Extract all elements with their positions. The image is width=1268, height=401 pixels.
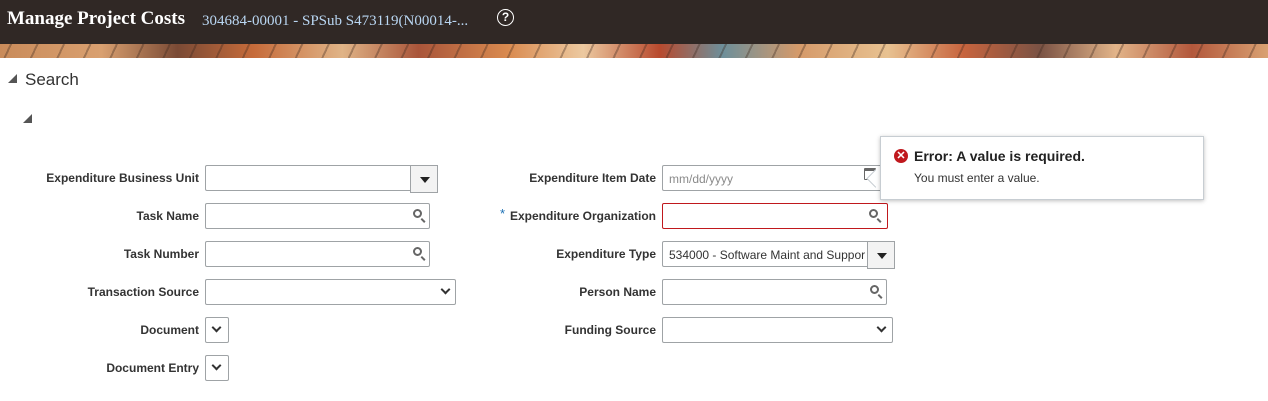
header-bar [0, 0, 1268, 44]
expenditure-type-combobox[interactable]: 534000 - Software Maint and Support [662, 241, 895, 269]
error-title: Error: A value is required. [914, 148, 1085, 164]
error-message: You must enter a value. [914, 171, 1040, 185]
error-icon: ✕ [894, 149, 908, 163]
search-magnifier-icon[interactable] [870, 285, 879, 294]
expenditure-organization-label: Expenditure Organization [509, 209, 656, 223]
person-name-label: Person Name [579, 285, 656, 299]
document-select[interactable] [205, 317, 229, 343]
chevron-down-icon [211, 360, 222, 371]
expenditure-item-date-input[interactable]: mm/dd/yyyy [662, 165, 886, 191]
expenditure-business-unit-combobox[interactable] [205, 165, 438, 193]
chevron-down-icon [211, 322, 222, 333]
task-name-label: Task Name [136, 209, 199, 223]
expenditure-business-unit-label: Expenditure Business Unit [46, 171, 199, 185]
expenditure-type-value: 534000 - Software Maint and Support [669, 248, 865, 262]
expenditure-item-date-label: Expenditure Item Date [529, 171, 656, 185]
person-name-input[interactable] [662, 279, 887, 305]
page-subtitle[interactable]: 304684-00001 - SPSub S473119(N00014-... [202, 13, 468, 30]
help-icon[interactable]: ? [497, 9, 514, 26]
document-entry-label: Document Entry [106, 361, 199, 375]
funding-source-select[interactable] [662, 317, 893, 343]
expenditure-type-label: Expenditure Type [556, 247, 656, 261]
dropdown-arrow-icon[interactable] [867, 241, 895, 269]
search-collapse-icon[interactable] [8, 74, 17, 83]
chevron-down-icon [876, 322, 887, 333]
page-title: Manage Project Costs [7, 8, 185, 29]
expenditure-item-date-placeholder: mm/dd/yyyy [669, 172, 734, 186]
required-indicator: * [500, 206, 506, 221]
search-magnifier-icon[interactable] [413, 209, 422, 218]
expenditure-organization-input[interactable] [662, 203, 888, 229]
funding-source-label: Funding Source [564, 323, 656, 337]
search-magnifier-icon[interactable] [413, 247, 422, 256]
transaction-source-select[interactable] [205, 279, 456, 305]
chevron-down-icon [440, 284, 451, 295]
search-section-title[interactable]: Search [25, 70, 79, 90]
search-panel-collapse-icon[interactable] [23, 114, 32, 123]
page-header: Manage Project Costs 304684-00001 - SPSu… [0, 0, 1268, 58]
transaction-source-label: Transaction Source [87, 285, 199, 299]
header-decorative-band [0, 44, 1268, 58]
search-magnifier-icon[interactable] [869, 209, 878, 218]
document-label: Document [140, 323, 199, 337]
error-popup: ✕ Error: A value is required. You must e… [880, 136, 1204, 200]
task-number-input[interactable] [205, 241, 430, 267]
dropdown-arrow-icon[interactable] [410, 165, 438, 193]
task-name-input[interactable] [205, 203, 430, 229]
document-entry-select[interactable] [205, 355, 229, 381]
task-number-label: Task Number [123, 247, 199, 261]
